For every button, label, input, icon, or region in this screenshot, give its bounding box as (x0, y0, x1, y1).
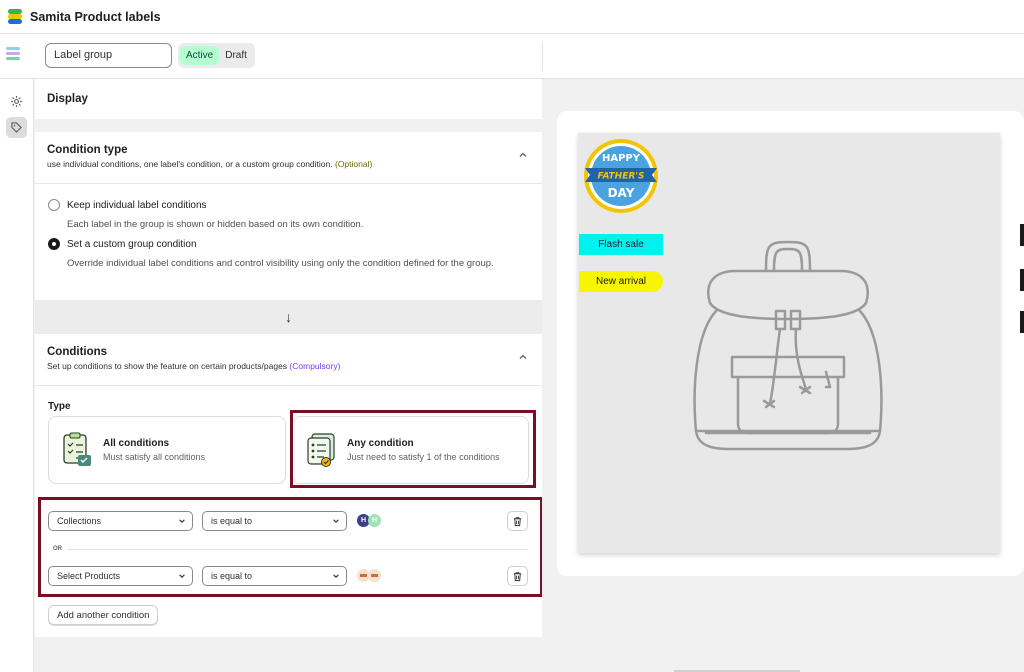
delete-condition-button[interactable] (507, 511, 528, 531)
badge-text-happy: HAPPY (602, 153, 641, 164)
type-card-description: Must satisfy all conditions (103, 452, 206, 462)
settings-panel: Display Condition type use individual co… (35, 79, 543, 672)
delete-condition-button[interactable] (507, 566, 528, 586)
app-logo (8, 8, 22, 25)
new-arrival-badge: New arrival (579, 271, 663, 292)
app-title: Samita Product labels (30, 9, 161, 24)
condition-operator-select[interactable]: is equal to (202, 511, 347, 531)
label-group-name-input[interactable]: Label group (45, 43, 172, 68)
add-condition-button[interactable]: Add another condition (48, 605, 159, 625)
conditions-card: Conditions Set up conditions to show the… (35, 334, 543, 637)
condition-field-select[interactable]: Select Products (48, 566, 193, 586)
radio-keep-individual[interactable]: Keep individual label conditions (48, 199, 207, 211)
condition-type-header[interactable]: Condition type use individual conditions… (35, 132, 542, 184)
condition-operator-select[interactable]: is equal to (202, 566, 347, 586)
app-header: Samita Product labels (0, 0, 1024, 34)
radio-label: Set a custom group condition (67, 238, 197, 250)
conditions-header[interactable]: Conditions Set up conditions to show the… (35, 334, 542, 386)
chevron-up-icon[interactable] (518, 352, 528, 362)
status-toggle: Active Draft (178, 43, 255, 68)
checklist-icon (61, 432, 93, 468)
conditions-title: Conditions (47, 346, 108, 358)
compulsory-tag: (Compulsory) (289, 361, 341, 371)
select-value: Collections (57, 516, 102, 526)
radio-label: Keep individual label conditions (67, 199, 207, 211)
radio-custom-group[interactable]: Set a custom group condition (48, 238, 197, 250)
badge-text-day: DAY (608, 186, 635, 200)
badge-text-fathers: FATHER'S (597, 172, 644, 182)
condition-type-desc-text: use individual conditions, one label's c… (47, 159, 333, 169)
all-conditions-option[interactable]: All conditions Must satisfy all conditio… (48, 416, 286, 484)
radio-button-selected[interactable] (48, 238, 60, 250)
toolbar-divider (542, 42, 543, 71)
or-divider (68, 549, 528, 550)
conditions-desc-text: Set up conditions to show the feature on… (47, 361, 288, 371)
fathers-day-badge: HAPPY FATHER'S DAY (584, 139, 658, 213)
collection-thumbnail: H (368, 514, 381, 527)
radio-help-text: Each label in the group is shown or hidd… (67, 219, 364, 230)
status-draft-option[interactable]: Draft (219, 46, 253, 65)
left-rail (0, 79, 34, 672)
flash-sale-badge: Flash sale (579, 234, 663, 255)
settings-icon[interactable] (6, 91, 27, 112)
arrow-down-icon: ↓ (35, 300, 542, 334)
chevron-down-icon (179, 519, 185, 523)
status-active-option[interactable]: Active (180, 46, 220, 65)
product-preview: HAPPY FATHER'S DAY Flash sale New arriva… (578, 133, 1000, 553)
trash-icon (513, 516, 522, 526)
display-heading: Display (35, 79, 542, 119)
chevron-down-icon (333, 519, 339, 523)
trash-icon (513, 571, 522, 581)
tag-icon[interactable] (6, 117, 27, 138)
select-value: is equal to (211, 571, 253, 581)
condition-type-description: use individual conditions, one label's c… (47, 159, 530, 169)
optional-tag: (Optional) (334, 159, 373, 169)
editor-toolbar: Label group Active Draft (0, 34, 1024, 79)
select-value: Select Products (57, 571, 121, 581)
condition-type-title: Condition type (47, 144, 128, 156)
chevron-down-icon (333, 574, 339, 578)
chevron-down-icon (179, 574, 185, 578)
radio-button[interactable] (48, 199, 60, 211)
type-card-title: All conditions (103, 438, 170, 449)
type-label: Type (48, 401, 71, 412)
radio-help-text: Override individual label conditions and… (67, 258, 494, 269)
select-value: is equal to (211, 516, 253, 526)
condition-field-select[interactable]: Collections (48, 511, 193, 531)
preview-card: HAPPY FATHER'S DAY Flash sale New arriva… (557, 111, 1024, 576)
or-separator: OR (53, 546, 62, 552)
layers-icon[interactable] (6, 46, 22, 62)
preview-area: HAPPY FATHER'S DAY Flash sale New arriva… (542, 79, 1024, 672)
conditions-description: Set up conditions to show the feature on… (47, 361, 530, 371)
condition-type-card: Condition type use individual conditions… (35, 132, 542, 300)
chevron-up-icon[interactable] (518, 150, 528, 160)
any-condition-highlight (290, 410, 536, 488)
backpack-image (693, 240, 883, 451)
product-thumbnail (368, 569, 381, 582)
